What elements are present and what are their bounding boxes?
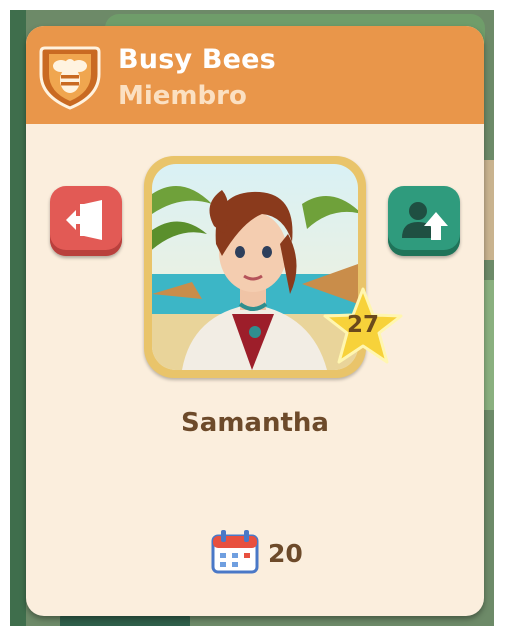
player-profile-popup: Busy Bees Miembro 27 Samantha 20 <box>26 26 484 616</box>
background-panel-left <box>10 10 26 626</box>
team-header: Busy Bees Miembro <box>26 26 484 124</box>
player-name: Samantha <box>181 408 329 438</box>
leave-team-button[interactable] <box>50 186 122 256</box>
promote-member-button[interactable] <box>388 186 460 256</box>
player-level: 27 <box>346 312 379 338</box>
calendar-icon <box>210 528 260 578</box>
team-role: Miembro <box>118 81 247 111</box>
days-in-team: 20 <box>210 530 303 576</box>
bee-shield-icon <box>39 44 101 110</box>
days-value: 20 <box>268 538 303 568</box>
team-name: Busy Bees <box>118 44 276 75</box>
